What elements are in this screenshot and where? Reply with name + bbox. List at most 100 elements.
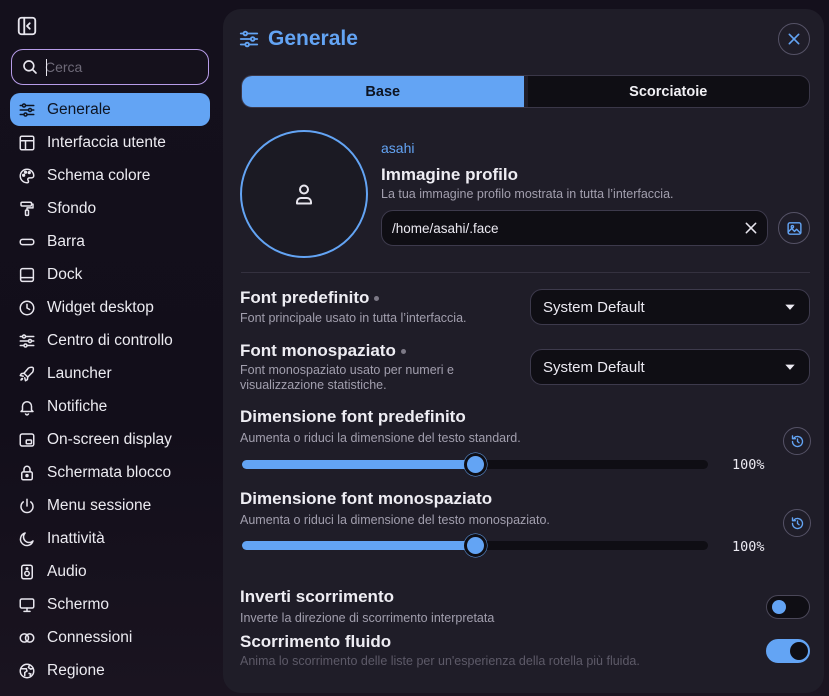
osd-icon	[18, 431, 36, 449]
text-cursor	[46, 59, 47, 76]
sidebar-item-label: Widget desktop	[47, 298, 154, 316]
sidebar-item-label: Schermata blocco	[47, 463, 172, 481]
divider	[241, 272, 810, 273]
sidebar-item-label: Dock	[47, 265, 83, 283]
sidebar-item-notifiche[interactable]: Notifiche	[10, 390, 210, 423]
font-mono-title-text: Font monospaziato	[240, 341, 396, 360]
font-size-default-title: Dimensione font predefinito	[240, 407, 466, 426]
font-mono-select[interactable]: System Default	[530, 349, 810, 385]
avatar[interactable]	[240, 130, 368, 258]
font-mono-value: System Default	[543, 358, 645, 376]
sidebar-item-barra[interactable]: Barra	[10, 225, 210, 258]
sidebar-item-schermata-blocco[interactable]: Schermata blocco	[10, 456, 210, 489]
reset-icon	[791, 434, 803, 447]
font-default-title-text: Font predefinito	[240, 288, 370, 307]
invert-scroll-toggle[interactable]	[766, 595, 810, 619]
sidebar-item-label: Connessioni	[47, 628, 133, 646]
sidebar-item-label: Menu sessione	[47, 496, 152, 514]
font-size-default-value: 100%	[732, 457, 765, 473]
caret-down-icon	[783, 360, 797, 374]
tab-scorciatoie[interactable]: Scorciatoie	[523, 76, 810, 107]
sidebar-item-label: Launcher	[47, 364, 112, 382]
search-box[interactable]	[11, 49, 226, 85]
font-default-title: Font predefinito	[240, 288, 380, 308]
sidebar-item-on-screen-display[interactable]: On-screen display	[10, 423, 210, 456]
smooth-scroll-toggle[interactable]	[766, 639, 810, 663]
palette-icon	[18, 167, 36, 185]
font-size-mono-slider[interactable]	[242, 534, 708, 557]
sidebar-nav: Generale Interfaccia utente Schema color…	[10, 93, 210, 687]
slider-handle[interactable]	[464, 534, 487, 557]
font-size-mono-title: Dimensione font monospaziato	[240, 489, 493, 508]
font-mono-description: Font monospaziato usato per numeri e vis…	[240, 363, 454, 393]
sidebar-item-connessioni[interactable]: Connessioni	[10, 621, 210, 654]
modified-dot	[400, 349, 406, 355]
font-size-default-reset-button[interactable]	[783, 427, 811, 455]
font-default-select[interactable]: System Default	[530, 289, 810, 325]
sidebar-toggle-icon[interactable]	[16, 15, 38, 37]
sidebar-item-label: On-screen display	[47, 430, 172, 448]
sidebar-item-regione[interactable]: Regione	[10, 654, 210, 687]
sidebar-item-label: Audio	[47, 562, 87, 580]
sliders-icon	[18, 101, 36, 119]
font-size-mono-reset-button[interactable]	[783, 509, 811, 537]
sidebar-item-dock[interactable]: Dock	[10, 258, 210, 291]
sidebar-item-centro-di-controllo[interactable]: Centro di controllo	[10, 324, 210, 357]
sidebar-item-schema-colore[interactable]: Schema colore	[10, 159, 210, 192]
layout-icon	[18, 134, 36, 152]
sidebar-item-label: Schema colore	[47, 166, 151, 184]
sidebar: Generale Interfaccia utente Schema color…	[0, 0, 226, 696]
tab-bar: Base Scorciatoie	[241, 75, 810, 108]
user-icon	[296, 184, 312, 205]
sliders-icon	[18, 332, 36, 350]
power-icon	[18, 497, 36, 515]
sidebar-item-sfondo[interactable]: Sfondo	[10, 192, 210, 225]
sidebar-item-widget-desktop[interactable]: Widget desktop	[10, 291, 210, 324]
page-title: Generale	[268, 27, 358, 50]
link-icon	[18, 629, 36, 647]
dock-icon	[18, 266, 36, 284]
reset-icon	[791, 516, 803, 529]
sidebar-item-schermo[interactable]: Schermo	[10, 588, 210, 621]
font-mono-description-line: Font monospaziato usato per numeri e	[240, 363, 455, 377]
paint-roller-icon	[18, 200, 36, 218]
sidebar-item-label: Notifiche	[47, 397, 108, 415]
caret-down-icon	[783, 300, 797, 314]
bar-icon	[18, 233, 36, 251]
profile-path-field[interactable]	[381, 210, 768, 246]
font-size-default-slider[interactable]	[242, 453, 708, 476]
monitor-icon	[18, 596, 36, 614]
clock-icon	[18, 299, 36, 317]
sidebar-item-menu-sessione[interactable]: Menu sessione	[10, 489, 210, 522]
bell-icon	[18, 398, 36, 416]
tab-base[interactable]: Base	[242, 76, 524, 107]
modified-dot	[374, 296, 380, 302]
speaker-icon	[18, 563, 36, 581]
sidebar-item-interfaccia-utente[interactable]: Interfaccia utente	[10, 126, 210, 159]
invert-scroll-description: Inverte la direzione di scorrimento inte…	[240, 611, 495, 625]
close-button[interactable]	[778, 23, 810, 55]
sidebar-item-inattivita[interactable]: Inattività	[10, 522, 210, 555]
sidebar-item-label: Centro di controllo	[47, 331, 173, 349]
username: asahi	[381, 140, 415, 156]
toggle-thumb	[790, 642, 808, 660]
close-icon	[745, 222, 757, 234]
profile-path-input[interactable]	[392, 220, 735, 236]
font-default-value: System Default	[543, 298, 645, 316]
sidebar-item-generale[interactable]: Generale	[10, 93, 210, 126]
slider-handle[interactable]	[464, 453, 487, 476]
sidebar-item-label: Sfondo	[47, 199, 97, 217]
sidebar-item-audio[interactable]: Audio	[10, 555, 210, 588]
font-mono-title: Font monospaziato	[240, 341, 406, 361]
sidebar-item-launcher[interactable]: Launcher	[10, 357, 210, 390]
close-icon	[788, 33, 800, 45]
font-size-mono-description: Aumenta o riduci la dimensione del testo…	[240, 513, 550, 527]
profile-image-title: Immagine profilo	[381, 165, 518, 184]
font-size-mono-value: 100%	[732, 539, 765, 555]
lock-icon	[18, 464, 36, 482]
choose-image-button[interactable]	[778, 212, 810, 244]
clear-button[interactable]	[735, 212, 767, 244]
panel-header: Generale	[238, 27, 358, 51]
image-icon	[786, 221, 802, 235]
search-input[interactable]	[45, 59, 226, 75]
